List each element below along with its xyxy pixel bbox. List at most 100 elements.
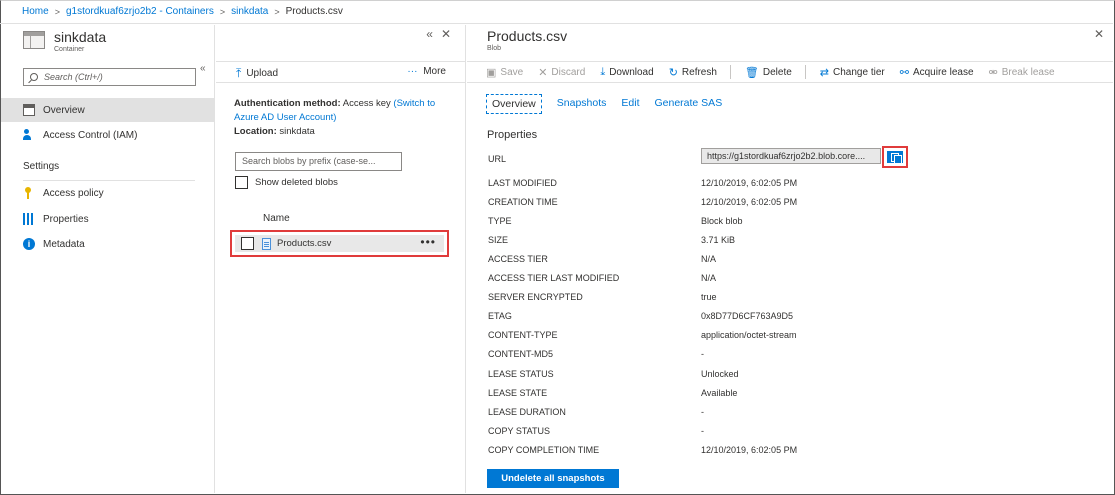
property-value: 3.71 KiB — [701, 235, 736, 245]
property-value: - — [701, 349, 704, 359]
url-label: URL — [488, 154, 507, 164]
auth-method-label: Authentication method: — [234, 98, 341, 109]
blob-search-input[interactable]: Search blobs by prefix (case-se... — [235, 152, 402, 171]
blob-name[interactable]: Products.csv — [277, 238, 331, 249]
property-label: ACCESS TIER LAST MODIFIED — [488, 273, 620, 283]
nav-item-access-policy[interactable]: Access policy — [1, 181, 214, 205]
tab-generate-sas[interactable]: Generate SAS — [654, 94, 722, 114]
container-subtitle: Container — [54, 46, 85, 53]
discard-button[interactable]: ✕ Discard — [538, 66, 585, 79]
download-button[interactable]: ⤓ Download — [600, 66, 653, 79]
download-label: Download — [609, 66, 654, 78]
blob-toolbar: ▣ Save ✕ Discard ⤓ Download ↻ Refresh 🗑 … — [467, 61, 1113, 83]
acquire-lease-label: Acquire lease — [912, 66, 974, 78]
detail-tabs: Overview Snapshots Edit Generate SAS — [486, 94, 737, 114]
breadcrumb-home[interactable]: Home — [22, 6, 49, 17]
break-lease-label: Break lease — [1001, 66, 1055, 78]
discard-icon: ✕ — [538, 66, 548, 79]
blob-list-pane: «✕ ⤒ Upload ··· More Authentication meth… — [216, 25, 466, 493]
info-icon: i — [23, 238, 35, 250]
property-label: LEASE STATUS — [488, 369, 554, 379]
row-checkbox[interactable] — [241, 237, 254, 250]
refresh-icon: ↻ — [668, 66, 678, 79]
location-label: Location: — [234, 126, 277, 137]
property-value: - — [701, 407, 704, 417]
property-label: COPY STATUS — [488, 426, 551, 436]
property-value: 12/10/2019, 6:02:05 PM — [701, 178, 798, 188]
highlight-box — [882, 146, 908, 168]
refresh-button[interactable]: ↻ Refresh — [669, 66, 717, 79]
tab-overview[interactable]: Overview — [486, 94, 542, 114]
nav-item-metadata[interactable]: i Metadata — [1, 232, 214, 256]
overview-icon — [23, 104, 35, 116]
property-value: N/A — [701, 254, 717, 264]
row-menu-icon[interactable]: ••• — [420, 235, 436, 249]
show-deleted-checkbox[interactable] — [235, 176, 248, 189]
nav-item-label: Metadata — [43, 238, 85, 250]
more-button[interactable]: ··· More — [407, 66, 446, 77]
property-value: Unlocked — [701, 369, 739, 379]
property-label: SERVER ENCRYPTED — [488, 292, 583, 302]
save-label: Save — [500, 66, 524, 78]
container-icon — [23, 31, 45, 49]
nav-item-access-control[interactable]: Access Control (IAM) — [1, 123, 214, 147]
ellipsis-icon: ··· — [407, 66, 418, 77]
chevron-right-icon: > — [219, 6, 226, 17]
nav-item-properties[interactable]: Properties — [1, 207, 214, 231]
property-label: LAST MODIFIED — [488, 178, 557, 188]
people-icon — [23, 129, 35, 141]
property-label: CONTENT-TYPE — [488, 330, 558, 340]
menu-search-input[interactable]: Search (Ctrl+/) — [23, 68, 196, 86]
copy-icon[interactable] — [887, 151, 903, 164]
swap-icon: ⇄ — [819, 66, 830, 79]
pane-controls: «✕ — [426, 27, 459, 41]
property-label: COPY COMPLETION TIME — [488, 445, 600, 455]
properties-icon — [23, 213, 35, 225]
column-header-name[interactable]: Name — [263, 213, 290, 224]
breadcrumb-current: Products.csv — [285, 6, 343, 17]
more-label: More — [423, 66, 446, 77]
collapse-menu-icon[interactable]: « — [200, 63, 206, 74]
blob-subtitle: Blob — [487, 45, 502, 52]
acquire-lease-button[interactable]: ⚯ Acquire lease — [900, 66, 974, 79]
close-icon[interactable]: ✕ — [441, 27, 459, 41]
undelete-snapshots-button[interactable]: Undelete all snapshots — [487, 469, 619, 488]
property-value: N/A — [701, 273, 717, 283]
breadcrumb-container[interactable]: sinkdata — [231, 6, 268, 17]
close-icon[interactable]: ✕ — [1094, 27, 1104, 41]
table-row[interactable]: Products.csv ••• — [235, 235, 444, 252]
property-label: LEASE STATE — [488, 388, 548, 398]
chevron-right-icon: > — [54, 6, 60, 17]
nav-item-label: Access Control (IAM) — [43, 129, 138, 141]
nav-item-label: Overview — [43, 104, 85, 116]
highlight-box: Products.csv ••• — [230, 230, 449, 257]
property-label: ETAG — [488, 311, 512, 321]
property-label: TYPE — [488, 216, 512, 226]
auth-info: Authentication method: Access key (Switc… — [234, 97, 454, 139]
tab-snapshots[interactable]: Snapshots — [557, 94, 607, 114]
save-button[interactable]: ▣ Save — [486, 66, 523, 79]
show-deleted-toggle[interactable]: Show deleted blobs — [235, 176, 338, 189]
property-value: Available — [701, 388, 738, 398]
property-value: application/octet-stream — [701, 330, 797, 340]
nav-item-label: Access policy — [43, 187, 104, 199]
property-label: CREATION TIME — [488, 197, 558, 207]
property-label: CONTENT-MD5 — [488, 349, 553, 359]
property-value: true — [701, 292, 717, 302]
link-icon: ⚯ — [899, 66, 909, 79]
url-field[interactable]: https://g1stordkuaf6zrjo2b2.blob.core...… — [701, 148, 881, 164]
break-lease-button[interactable]: ⚮ Break lease — [989, 66, 1055, 79]
breadcrumb-account[interactable]: g1stordkuaf6zrjo2b2 - Containers — [66, 6, 214, 17]
nav-item-overview[interactable]: Overview — [1, 98, 214, 122]
property-value: 12/10/2019, 6:02:05 PM — [701, 197, 798, 207]
delete-button[interactable]: 🗑 Delete — [745, 66, 792, 79]
property-value: - — [701, 426, 704, 436]
container-title: sinkdata — [54, 29, 107, 45]
upload-icon: ⤒ — [236, 66, 242, 80]
upload-button[interactable]: ⤒ Upload — [236, 66, 278, 81]
property-label: LEASE DURATION — [488, 407, 566, 417]
change-tier-button[interactable]: ⇄ Change tier — [820, 66, 885, 79]
toolbar-divider — [729, 65, 731, 79]
tab-edit[interactable]: Edit — [621, 94, 639, 114]
collapse-pane-icon[interactable]: « — [426, 27, 441, 41]
